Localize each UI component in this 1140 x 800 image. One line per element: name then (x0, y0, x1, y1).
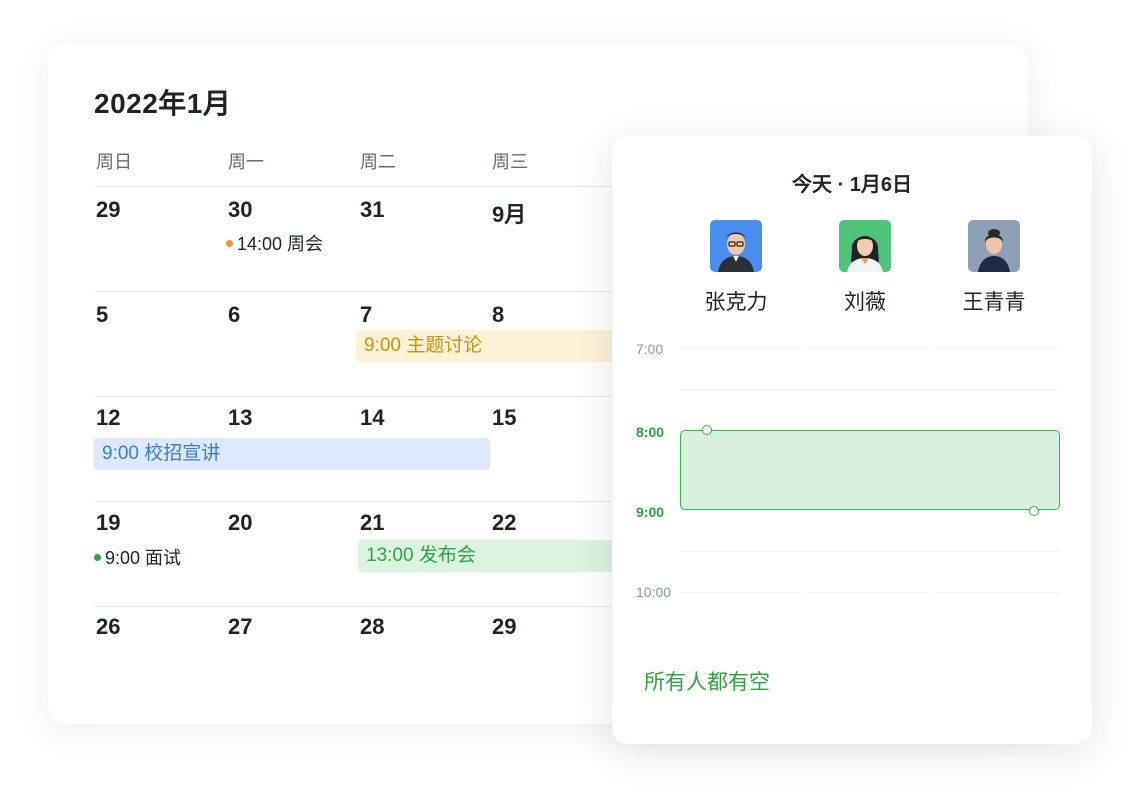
attendee-name: 张克力 (704, 291, 768, 314)
availability-panel: 今天 · 1月6日 张克力 刘薇 王青青 7:00 8:00 9:00 10:0… (612, 136, 1092, 744)
day-cell[interactable]: 19 (96, 510, 120, 536)
day-cell[interactable]: 5 (96, 302, 108, 328)
day-cell[interactable]: 7 (360, 302, 372, 328)
day-cell[interactable]: 13 (228, 405, 252, 431)
day-cell[interactable]: 28 (360, 614, 384, 640)
day-cell[interactable]: 14 (360, 405, 384, 431)
time-label: 8:00 (636, 424, 665, 440)
day-cell[interactable]: 20 (228, 510, 252, 536)
day-cell[interactable]: 31 (360, 197, 384, 223)
day-cell[interactable]: 27 (228, 614, 252, 640)
day-cell[interactable]: 8 (492, 302, 504, 328)
grid-line (680, 389, 1060, 390)
attendee-name: 刘薇 (844, 291, 886, 314)
event-launch[interactable]: 13:00 发布会 (358, 540, 638, 572)
day-cell[interactable]: 15 (492, 405, 516, 431)
event-interview[interactable]: 9:00 面试 (94, 544, 181, 570)
grid-line (808, 592, 930, 593)
grid-line (936, 348, 1060, 349)
man-avatar-icon (710, 220, 762, 272)
grid-line (808, 348, 930, 349)
grid-line (680, 592, 802, 593)
event-label: 9:00 面试 (105, 548, 182, 568)
day-cell[interactable]: 6 (228, 302, 240, 328)
weekday-mon: 周一 (228, 152, 264, 172)
drag-handle-start[interactable] (702, 425, 712, 435)
grid-line (680, 551, 1060, 552)
day-cell[interactable]: 21 (360, 510, 384, 536)
time-label: 9:00 (636, 504, 665, 520)
attendee[interactable]: 刘薇 (805, 220, 925, 316)
woman-avatar-icon (968, 220, 1020, 272)
event-weekly-meeting[interactable]: 14:00 周会 (226, 230, 323, 256)
grid-line (936, 592, 1060, 593)
month-title: 2022年1月 (94, 88, 232, 119)
event-label: 14:00 周会 (237, 234, 324, 254)
event-topic-discussion[interactable]: 9:00 主题讨论 (356, 330, 636, 362)
day-cell[interactable]: 29 (492, 614, 516, 640)
event-campus-talk[interactable]: 9:00 校招宣讲 (94, 438, 490, 470)
day-cell[interactable]: 22 (492, 510, 516, 536)
weekday-wed: 周三 (492, 152, 528, 172)
panel-date-title: 今天 · 1月6日 (791, 174, 913, 196)
day-cell[interactable]: 9月 (492, 197, 526, 229)
day-cell[interactable]: 26 (96, 614, 120, 640)
weekday-sun: 周日 (96, 152, 132, 172)
event-dot-icon (226, 239, 233, 247)
attendee[interactable]: 王青青 (934, 220, 1054, 316)
time-label: 7:00 (636, 341, 664, 357)
weekday-tue: 周二 (360, 152, 396, 172)
day-cell[interactable]: 30 (228, 197, 252, 223)
attendee-name: 王青青 (962, 291, 1026, 314)
common-free-slot[interactable] (680, 430, 1060, 510)
day-cell[interactable]: 29 (96, 197, 120, 223)
availability-status: 所有人都有空 (644, 671, 770, 694)
time-label: 10:00 (636, 584, 672, 600)
grid-line (680, 348, 802, 349)
event-dot-icon (94, 553, 101, 561)
drag-handle-end[interactable] (1029, 506, 1039, 516)
woman-avatar-icon (839, 220, 891, 272)
day-cell[interactable]: 12 (96, 405, 120, 431)
attendee[interactable]: 张克力 (676, 220, 796, 316)
